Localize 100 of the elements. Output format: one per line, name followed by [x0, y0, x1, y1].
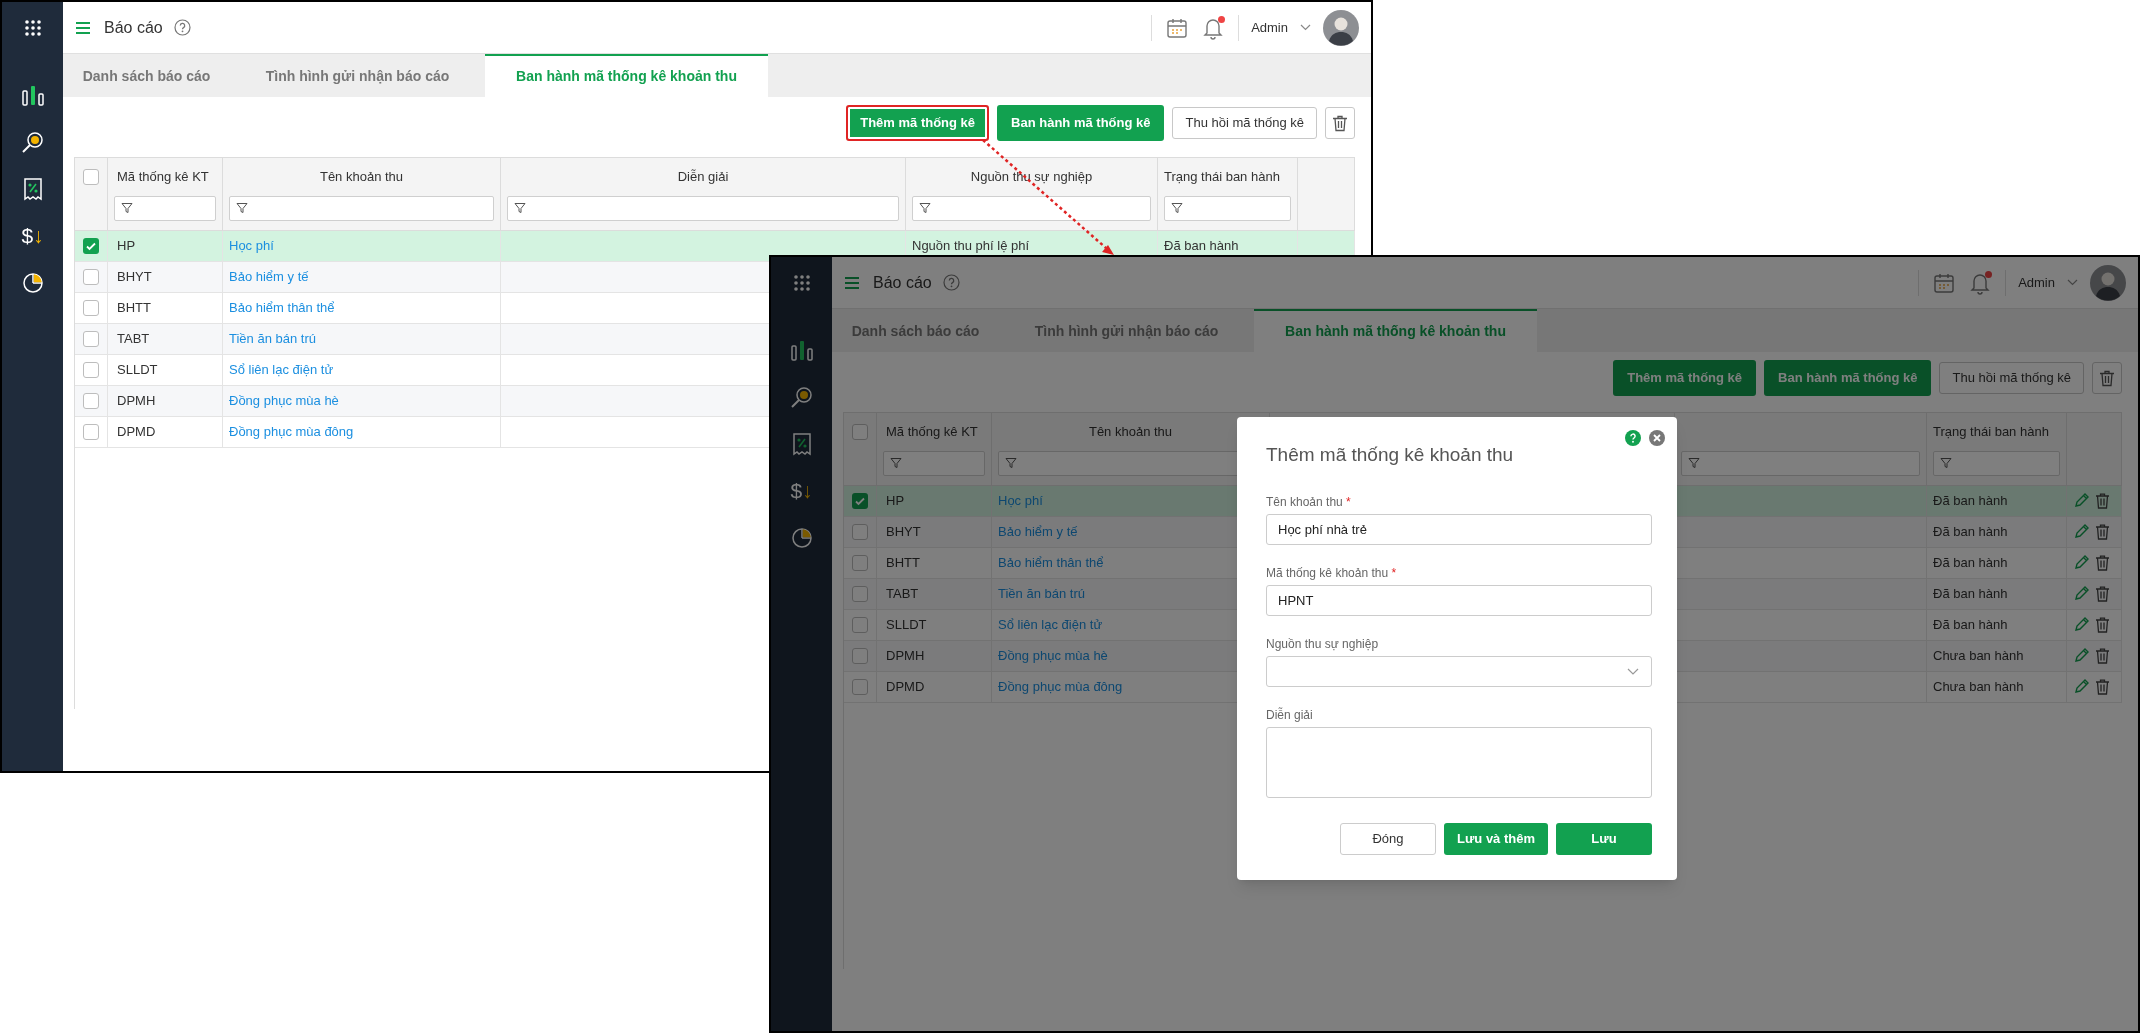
column-header[interactable]: Trạng thái ban hành: [1933, 421, 2049, 442]
checkbox[interactable]: [852, 424, 868, 440]
toolbar-button[interactable]: Thu hồi mã thống kê: [1172, 107, 1317, 139]
trash-icon: [1332, 114, 1348, 132]
coin-search-icon[interactable]: [20, 130, 45, 154]
column-header[interactable]: Diễn giải: [677, 166, 729, 187]
checkbox[interactable]: [83, 169, 99, 185]
column-header[interactable]: Tên khoản thu: [319, 166, 404, 187]
edit-icon[interactable]: [2073, 648, 2089, 664]
calendar-icon[interactable]: [1166, 16, 1189, 39]
delete-icon[interactable]: [2095, 493, 2110, 509]
checkbox[interactable]: [83, 424, 99, 440]
revenue-link[interactable]: Đồng phục mùa đông: [998, 677, 1123, 697]
filter-field[interactable]: [1933, 450, 2060, 476]
revenue-link[interactable]: Tiền ăn bán trú: [998, 584, 1085, 604]
checkbox[interactable]: [852, 679, 868, 695]
revenue-link[interactable]: Sổ liên lạc điện tử: [229, 360, 334, 380]
checkbox[interactable]: [83, 393, 99, 409]
revenue-link[interactable]: Học phí: [998, 491, 1043, 511]
revenue-link[interactable]: Tiền ăn bán trú: [229, 329, 316, 349]
select-field[interactable]: [1266, 656, 1652, 687]
close-icon[interactable]: [1649, 430, 1665, 446]
calendar-icon[interactable]: [1933, 271, 1956, 294]
checkbox[interactable]: [83, 238, 99, 254]
dialog-button[interactable]: Đóng: [1340, 823, 1436, 855]
apps-grid-icon[interactable]: [24, 20, 41, 36]
delete-icon[interactable]: [2095, 648, 2110, 664]
delete-button[interactable]: [2092, 362, 2122, 394]
text-input[interactable]: Học phí nhà trẻ: [1266, 514, 1652, 545]
chevron-down-icon[interactable]: [1300, 24, 1311, 31]
toolbar-button[interactable]: Thêm mã thống kê: [1613, 360, 1757, 396]
checkbox[interactable]: [852, 555, 868, 571]
edit-icon[interactable]: [2073, 493, 2089, 509]
edit-icon[interactable]: [2073, 555, 2089, 571]
user-name[interactable]: Admin: [2018, 272, 2055, 293]
filter-field[interactable]: [229, 195, 494, 221]
tab[interactable]: Danh sách báo cáo: [63, 54, 230, 97]
currency-icon[interactable]: $↓: [790, 479, 813, 503]
column-header[interactable]: Trạng thái ban hành: [1164, 166, 1280, 187]
checkbox[interactable]: [83, 331, 99, 347]
checkbox[interactable]: [83, 300, 99, 316]
toolbar-button[interactable]: Thêm mã thống kê: [846, 105, 990, 141]
delete-icon[interactable]: [2095, 617, 2110, 633]
help-icon[interactable]: [173, 19, 191, 36]
checkbox[interactable]: [852, 648, 868, 664]
user-name[interactable]: Admin: [1251, 17, 1288, 38]
delete-icon[interactable]: [2095, 555, 2110, 571]
help-icon[interactable]: [942, 274, 960, 291]
revenue-link[interactable]: Bảo hiểm y tế: [998, 522, 1078, 542]
bar-chart-icon[interactable]: [20, 83, 45, 107]
toolbar-button[interactable]: Thu hồi mã thống kê: [1939, 362, 2084, 394]
text-input[interactable]: HPNT: [1266, 585, 1652, 616]
column-header[interactable]: Tên khoản thu: [1088, 421, 1173, 442]
tab[interactable]: Ban hành mã thống kê khoản thu: [485, 54, 768, 97]
column-header[interactable]: Mã thống kê KT: [117, 166, 209, 187]
revenue-link[interactable]: Đồng phục mùa hè: [998, 646, 1108, 666]
edit-icon[interactable]: [2073, 679, 2089, 695]
avatar[interactable]: [2090, 264, 2126, 301]
delete-icon[interactable]: [2095, 679, 2110, 695]
checkbox[interactable]: [852, 493, 868, 509]
dialog-button[interactable]: Lưu và thêm: [1444, 823, 1548, 855]
tab[interactable]: Ban hành mã thống kê khoản thu: [1254, 309, 1537, 352]
delete-icon[interactable]: [2095, 586, 2110, 602]
checkbox[interactable]: [852, 586, 868, 602]
currency-icon[interactable]: $↓: [21, 224, 44, 248]
pie-chart-icon[interactable]: [20, 271, 45, 295]
revenue-link[interactable]: Sổ liên lạc điện tử: [998, 615, 1103, 635]
toolbar-button[interactable]: Ban hành mã thống kê: [1764, 360, 1932, 396]
checkbox[interactable]: [83, 269, 99, 285]
revenue-link[interactable]: Học phí: [229, 236, 274, 256]
edit-icon[interactable]: [2073, 586, 2089, 602]
chevron-down-icon[interactable]: [2067, 279, 2078, 286]
tab[interactable]: Tình hình gửi nhận báo cáo: [230, 54, 485, 97]
help-icon[interactable]: [1625, 430, 1641, 446]
checkbox[interactable]: [852, 617, 868, 633]
dialog-button[interactable]: Lưu: [1556, 823, 1652, 855]
edit-icon[interactable]: [2073, 524, 2089, 540]
revenue-link[interactable]: Đồng phục mùa hè: [229, 391, 339, 411]
checkbox[interactable]: [852, 524, 868, 540]
filter-field[interactable]: [1681, 450, 1920, 476]
delete-button[interactable]: [1325, 107, 1355, 139]
filter-field[interactable]: [507, 195, 899, 221]
textarea-field[interactable]: [1266, 727, 1652, 798]
delete-icon[interactable]: [2095, 524, 2110, 540]
revenue-link[interactable]: Bảo hiểm thân thể: [998, 553, 1104, 573]
toolbar-button[interactable]: Ban hành mã thống kê: [997, 105, 1165, 141]
revenue-link[interactable]: Bảo hiểm y tế: [229, 267, 309, 287]
menu-icon[interactable]: [845, 276, 859, 289]
column-header[interactable]: Mã thống kê KT: [886, 421, 978, 442]
revenue-link[interactable]: Đồng phục mùa đông: [229, 422, 354, 442]
filter-field[interactable]: [883, 450, 985, 476]
column-header[interactable]: Nguồn thu sự nghiệp: [970, 166, 1093, 187]
checkbox[interactable]: [83, 362, 99, 378]
menu-icon[interactable]: [76, 21, 90, 34]
avatar[interactable]: [1323, 9, 1359, 46]
filter-field[interactable]: [912, 195, 1151, 221]
filter-field[interactable]: [114, 195, 216, 221]
revenue-link[interactable]: Bảo hiểm thân thể: [229, 298, 335, 318]
edit-icon[interactable]: [2073, 617, 2089, 633]
filter-field[interactable]: [1164, 195, 1291, 221]
